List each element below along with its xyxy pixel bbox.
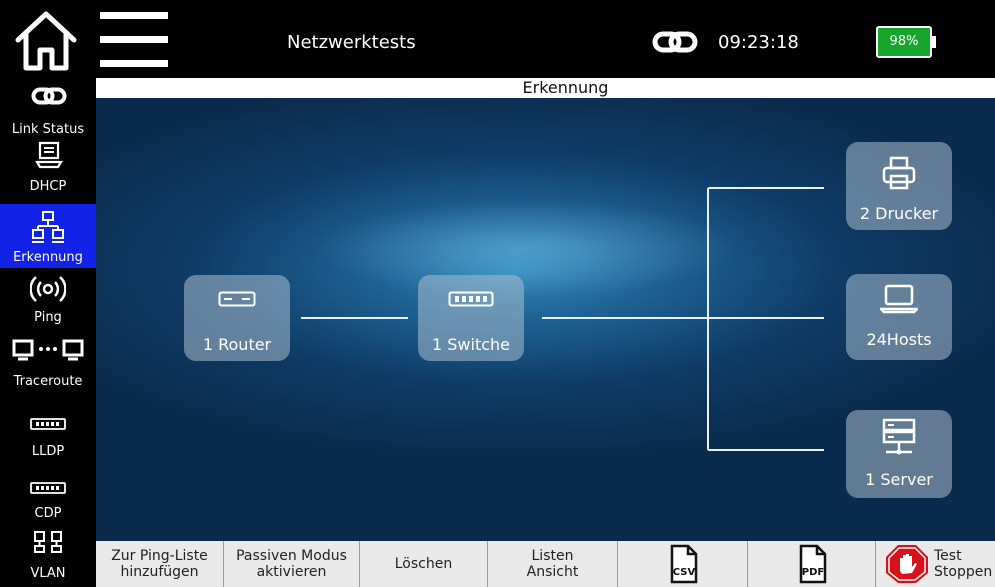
list-view-button[interactable]: Listen Ansicht — [488, 541, 618, 587]
sidebar-item-label: Erkennung — [13, 250, 83, 265]
switch-node[interactable]: 1 Switche — [418, 275, 524, 361]
traceroute-icon — [12, 339, 84, 361]
sidebar-item-vlan[interactable]: VLAN — [0, 528, 96, 587]
switch-icon — [30, 482, 66, 494]
sidebar-item-label: CDP — [34, 506, 62, 521]
button-label-line2: Stoppen — [934, 564, 993, 580]
hosts-node[interactable]: 24Hosts — [846, 274, 952, 360]
link-icon — [31, 87, 67, 105]
switch-icon — [448, 291, 494, 307]
switch-icon — [30, 418, 66, 430]
printer-label: 2 Drucker — [859, 204, 939, 223]
button-label-line1: Test — [934, 548, 962, 564]
button-label-line1: Zur Ping-Liste — [111, 548, 208, 564]
sidebar-item-label: Traceroute — [13, 374, 83, 389]
sidebar-item-cdp[interactable]: CDP — [0, 476, 96, 528]
printer-icon — [882, 156, 916, 190]
csv-file-icon: CSV — [670, 544, 697, 584]
button-label-line2: hinzufügen — [120, 564, 199, 580]
export-csv-button[interactable]: CSV — [618, 541, 748, 587]
switch-label: 1 Switche — [431, 335, 510, 354]
battery-indicator: 98% — [876, 26, 932, 58]
svg-text:PDF: PDF — [801, 567, 823, 578]
sidebar-item-label: VLAN — [30, 566, 66, 581]
laptop-icon — [880, 284, 918, 314]
clock: 09:23:18 — [718, 32, 799, 53]
sidebar-item-traceroute[interactable]: Traceroute — [0, 330, 96, 398]
button-label-line1: Listen — [531, 548, 574, 564]
vlan-icon — [34, 531, 62, 553]
sidebar-item-link-status[interactable]: Link Status — [0, 78, 96, 137]
delete-button[interactable]: Löschen — [360, 541, 488, 587]
sidebar-item-erkennung[interactable]: Erkennung — [0, 204, 96, 268]
add-to-ping-list-button[interactable]: Zur Ping-Liste hinzufügen — [96, 541, 224, 587]
sidebar: Link Status DHCP Erkennung Ping Tracerou… — [0, 78, 96, 587]
menu-icon[interactable] — [100, 12, 168, 68]
sidebar-item-label: Ping — [34, 310, 62, 325]
sidebar-item-lldp[interactable]: LLDP — [0, 410, 96, 468]
pdf-file-icon: PDF — [799, 544, 826, 584]
link-status-icon — [652, 31, 698, 57]
sidebar-item-label: Link Status — [11, 122, 85, 137]
svg-text:CSV: CSV — [672, 567, 695, 578]
button-label-line1: Passiven Modus — [236, 548, 347, 564]
printer-node[interactable]: 2 Drucker — [846, 142, 952, 230]
router-icon — [218, 291, 256, 307]
router-label: 1 Router — [202, 335, 272, 354]
sidebar-item-label: DHCP — [29, 179, 67, 194]
sidebar-item-ping[interactable]: Ping — [0, 268, 96, 330]
topology-canvas: 1 Router 1 Switche 2 Drucker 24Hosts 1 S… — [96, 98, 995, 541]
sidebar-item-dhcp[interactable]: DHCP — [0, 136, 96, 204]
home-icon[interactable] — [14, 10, 78, 72]
broadcast-icon — [30, 276, 66, 302]
stop-hand-icon — [886, 545, 928, 583]
top-bar: Netzwerktests 09:23:18 98% — [0, 0, 995, 78]
server-label: 1 Server — [865, 470, 933, 489]
server-node[interactable]: 1 Server — [846, 410, 952, 498]
button-label: Löschen — [394, 556, 453, 572]
export-pdf-button[interactable]: PDF — [748, 541, 876, 587]
section-title: Erkennung — [522, 78, 609, 97]
section-header: Erkennung — [96, 78, 995, 98]
dhcp-server-icon — [35, 141, 63, 169]
network-tree-icon — [32, 211, 64, 243]
hosts-label: 24Hosts — [866, 330, 932, 349]
app-title: Netzwerktests — [287, 32, 416, 53]
button-label-line2: Ansicht — [526, 564, 579, 580]
bottom-toolbar: Zur Ping-Liste hinzufügen Passiven Modus a… — [96, 541, 995, 587]
stop-test-button[interactable]: Test Stoppen — [876, 541, 995, 587]
passive-mode-button[interactable]: Passiven Modus aktivieren — [224, 541, 360, 587]
battery-tip — [932, 36, 936, 48]
server-icon — [882, 418, 916, 455]
button-label-line2: aktivieren — [256, 564, 327, 580]
router-node[interactable]: 1 Router — [184, 275, 290, 361]
sidebar-item-label: LLDP — [31, 444, 65, 459]
